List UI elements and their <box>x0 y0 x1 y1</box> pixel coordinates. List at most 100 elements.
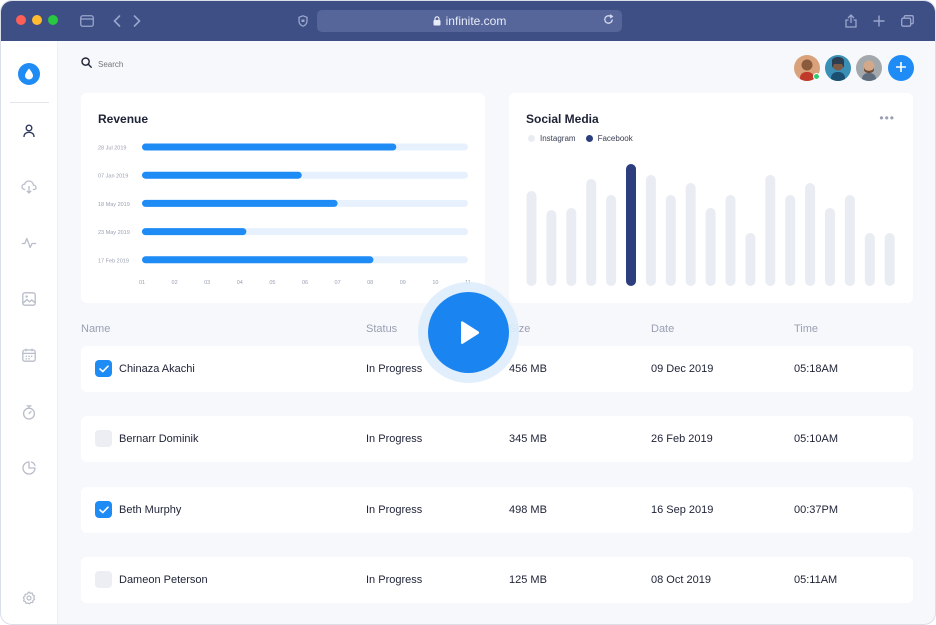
revenue-card: Revenue 28 Jul 2019 07 Jan 2019 18 May 201… <box>81 93 485 303</box>
row-name: Bernarr Dominik <box>119 433 199 445</box>
row-size: 456 MB <box>509 363 547 375</box>
row-time: 05:11AM <box>794 574 838 586</box>
avatar[interactable] <box>856 55 882 81</box>
table-row[interactable]: Bernarr Dominik In Progress 345 MB 26 Fe… <box>81 416 913 462</box>
revenue-bar <box>142 228 247 236</box>
table-row[interactable]: Beth Murphy In Progress 498 MB 16 Sep 20… <box>81 487 913 533</box>
tabs-overview-icon[interactable] <box>898 12 916 30</box>
revenue-x-tick-label: 06 <box>302 280 308 286</box>
row-date: 16 Sep 2019 <box>651 504 714 516</box>
settings-icon[interactable] <box>21 590 37 606</box>
revenue-bar <box>142 143 397 151</box>
social-media-chart <box>526 164 895 286</box>
social-bar-instagram <box>844 195 855 286</box>
social-bar-instagram <box>884 233 895 286</box>
revenue-category-label: 17 Feb 2019 <box>98 258 129 264</box>
table-row[interactable]: Dameon Peterson In Progress 125 MB 08 Oc… <box>81 557 913 603</box>
row-size: 125 MB <box>509 574 547 586</box>
search-bar <box>81 55 218 73</box>
revenue-chart: 28 Jul 2019 07 Jan 2019 18 May 2019 23 May … <box>98 143 471 286</box>
social-bar-instagram <box>526 191 537 286</box>
social-bar-instagram <box>805 183 816 286</box>
plus-icon <box>895 59 907 77</box>
social-bar-instagram <box>864 233 875 286</box>
revenue-category-label: 18 May 2019 <box>98 202 130 208</box>
revenue-bar <box>142 199 338 207</box>
row-time: 05:10AM <box>794 433 839 445</box>
search-input[interactable] <box>98 59 218 69</box>
address-bar[interactable]: infinite.com <box>317 10 622 32</box>
row-name: Dameon Peterson <box>119 574 208 586</box>
maximize-window-button[interactable] <box>48 15 58 25</box>
row-size: 345 MB <box>509 433 547 445</box>
social-bar-instagram <box>825 208 835 286</box>
social-bar-instagram <box>665 195 676 286</box>
row-time: 05:18AM <box>794 363 839 375</box>
image-icon[interactable] <box>21 291 37 307</box>
calendar-icon[interactable] <box>21 347 37 363</box>
social-bar-instagram <box>645 175 656 286</box>
row-status: In Progress <box>366 363 423 375</box>
column-header-date[interactable]: Date <box>651 323 674 335</box>
column-header-status[interactable]: Status <box>366 323 397 335</box>
shield-icon[interactable] <box>294 12 312 30</box>
new-tab-icon[interactable] <box>870 12 888 30</box>
row-checkbox[interactable] <box>95 430 112 447</box>
revenue-x-tick-label: 05 <box>269 280 275 286</box>
avatar[interactable] <box>825 55 851 81</box>
back-icon[interactable] <box>108 12 126 30</box>
drop-icon[interactable] <box>18 63 40 85</box>
row-name: Beth Murphy <box>119 504 182 516</box>
column-header-name[interactable]: Name <box>81 323 110 335</box>
row-status: In Progress <box>366 504 423 516</box>
social-bar-instagram <box>546 210 557 286</box>
column-header-time[interactable]: Time <box>794 323 818 335</box>
revenue-x-tick-label: 07 <box>335 280 341 286</box>
revenue-x-tick-label: 08 <box>367 280 373 286</box>
minimize-window-button[interactable] <box>32 15 42 25</box>
share-icon[interactable] <box>842 12 860 30</box>
reload-icon[interactable] <box>603 14 614 28</box>
social-bar-instagram <box>785 195 796 286</box>
revenue-x-tick-label: 10 <box>432 280 438 286</box>
sidebar-toggle-icon[interactable] <box>78 12 96 30</box>
row-checkbox[interactable] <box>95 360 112 377</box>
row-status: In Progress <box>366 433 423 445</box>
row-status: In Progress <box>366 574 423 586</box>
social-bar-instagram <box>705 208 716 286</box>
search-icon[interactable] <box>81 55 92 73</box>
social-bar-instagram <box>566 208 577 286</box>
sidebar <box>1 41 58 624</box>
url-text: infinite.com <box>445 14 507 28</box>
row-checkbox[interactable] <box>95 501 112 518</box>
revenue-x-tick-label: 01 <box>139 280 145 286</box>
row-size: 498 MB <box>509 504 547 516</box>
timer-icon[interactable] <box>21 404 37 420</box>
play-button-ring <box>418 282 519 383</box>
social-media-card: Social Media ••• Instagram Facebook <box>509 93 913 303</box>
forward-icon[interactable] <box>128 12 146 30</box>
row-checkbox[interactable] <box>95 571 112 588</box>
revenue-category-label: 07 Jan 2019 <box>98 174 128 180</box>
close-window-button[interactable] <box>16 15 26 25</box>
row-time: 00:37PM <box>794 504 839 516</box>
check-icon <box>98 364 109 372</box>
social-bar-facebook <box>626 164 636 286</box>
revenue-x-tick-label: 09 <box>400 280 406 286</box>
browser-titlebar: infinite.com <box>1 1 935 41</box>
revenue-x-tick-label: 03 <box>204 280 210 286</box>
user-icon[interactable] <box>21 123 37 139</box>
play-button[interactable] <box>428 292 509 373</box>
revenue-x-tick-label: 04 <box>237 280 243 286</box>
revenue-category-label: 28 Jul 2019 <box>98 146 126 152</box>
activity-icon[interactable] <box>21 235 37 251</box>
social-bar-instagram <box>606 195 617 286</box>
social-bar-instagram <box>685 183 696 286</box>
pie-chart-icon[interactable] <box>21 460 37 476</box>
cloud-download-icon[interactable] <box>21 179 37 195</box>
sidebar-divider <box>10 102 49 103</box>
row-date: 08 Oct 2019 <box>651 574 711 586</box>
lock-icon <box>433 16 441 26</box>
row-name: Chinaza Akachi <box>119 363 195 375</box>
add-button[interactable] <box>888 55 914 81</box>
